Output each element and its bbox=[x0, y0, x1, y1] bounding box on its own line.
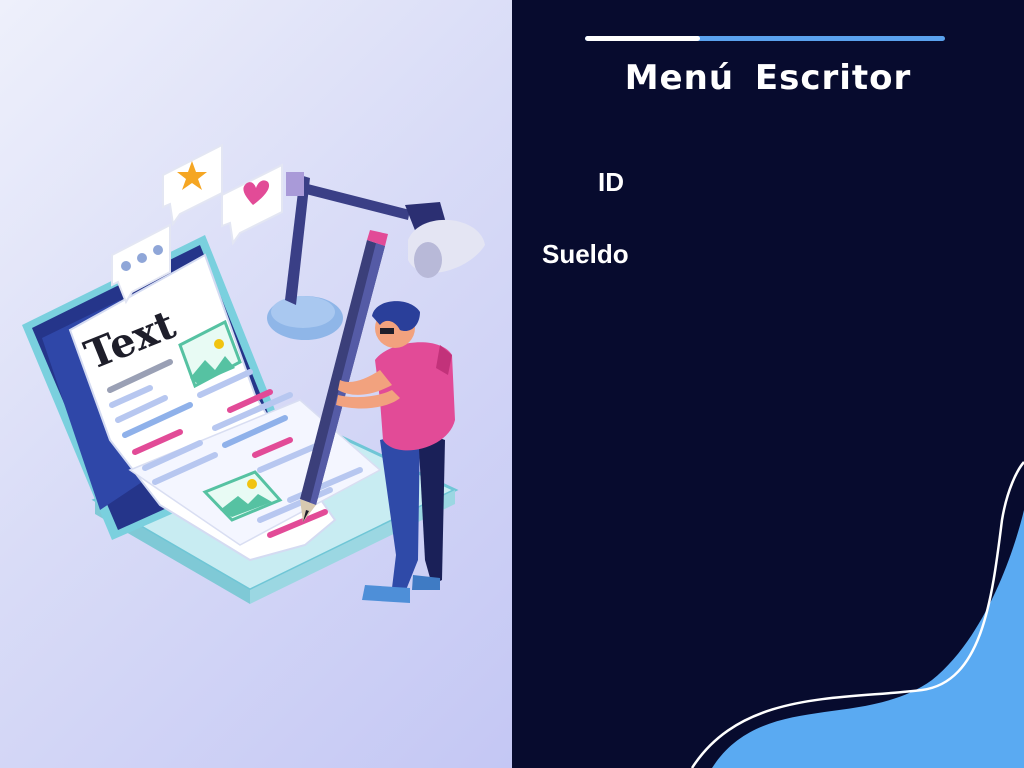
star-icon bbox=[162, 143, 223, 227]
illustration-panel: Text bbox=[0, 0, 512, 768]
progress-bar bbox=[585, 36, 945, 41]
decorative-wave bbox=[690, 461, 1024, 768]
heart-icon bbox=[221, 163, 283, 246]
id-label: ID bbox=[598, 167, 624, 197]
screen: Text Menú Escritor ID Sueldo bbox=[0, 0, 1024, 768]
page-title: Menú Escritor bbox=[624, 58, 912, 98]
sueldo-label: Sueldo bbox=[542, 239, 629, 269]
writer-illustration: Text bbox=[22, 143, 485, 604]
progress-bar-fill bbox=[585, 36, 701, 41]
menu-panel: Menú Escritor ID Sueldo bbox=[512, 0, 1024, 768]
